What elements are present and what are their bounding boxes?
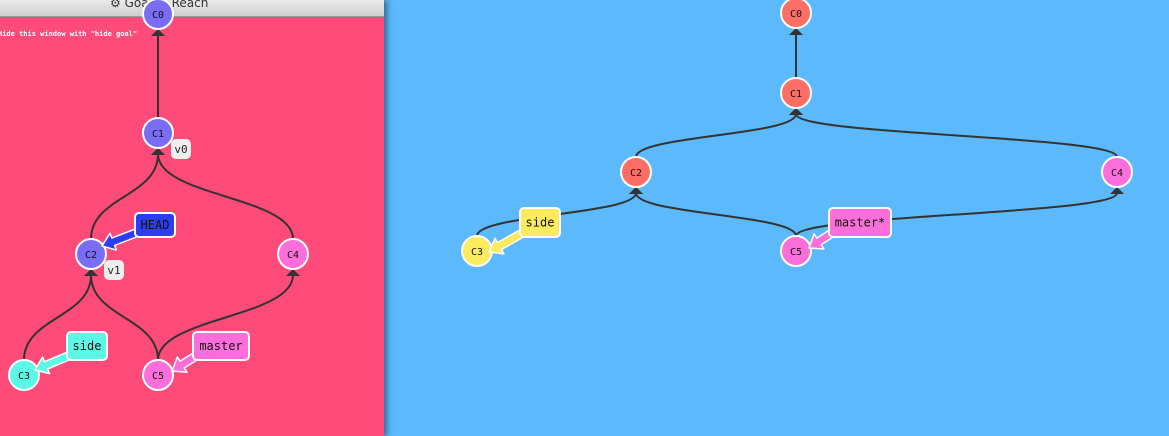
main-commit-label: C1	[790, 89, 802, 100]
goal-commit-tree: C0 C1 C2 C3 C4 C5 v0 v1 HEAD side master	[8, 0, 309, 391]
main-edge-arrowhead	[789, 28, 803, 35]
main-branch-label: master*	[835, 216, 886, 230]
main-edge-c4-c1	[795, 113, 1118, 158]
goal-branch-head[interactable]: HEAD	[101, 212, 176, 251]
main-commit-label: C5	[790, 247, 802, 258]
main-edge-arrowhead	[629, 187, 643, 194]
goal-edge-arrowhead	[84, 269, 98, 276]
main-edge-c5-c2	[635, 192, 797, 237]
main-commit-c0[interactable]: C0	[780, 0, 812, 29]
main-branch-label: side	[526, 216, 555, 230]
goal-commit-label: C0	[152, 10, 164, 21]
goal-commit-c1[interactable]: C1	[142, 117, 174, 149]
goal-edge-arrowhead	[151, 29, 165, 36]
main-commit-c5[interactable]: C5	[780, 235, 812, 267]
main-edge-arrowhead	[1110, 187, 1124, 194]
goal-commit-label: C4	[287, 250, 299, 261]
main-edges	[476, 28, 1124, 237]
goal-tag-label: v1	[107, 264, 120, 277]
goal-commit-c5[interactable]: C5	[142, 359, 174, 391]
goal-edges	[23, 29, 300, 361]
main-commit-label: C4	[1111, 168, 1123, 179]
main-branch-master[interactable]: master*	[808, 207, 892, 250]
goal-tags: v0 v1	[104, 139, 191, 280]
goal-commit-label: C1	[152, 129, 164, 140]
goal-branch-label: side	[73, 339, 102, 353]
goal-window[interactable]: ⚙ Goal to Reach Hide this window with "h…	[0, 0, 384, 436]
main-commit-label: C0	[790, 9, 802, 20]
goal-tag-v1: v1	[104, 260, 124, 280]
goal-commit-c3[interactable]: C3	[8, 359, 40, 391]
goal-commit-c2[interactable]: C2	[75, 238, 107, 270]
main-branches: side master*	[488, 207, 892, 255]
goal-branch-side[interactable]: side	[34, 331, 108, 375]
goal-edge-arrowhead	[286, 269, 300, 276]
goal-branch-label: master	[199, 339, 242, 353]
goal-commit-c0[interactable]: C0	[142, 0, 174, 30]
goal-branches: HEAD side master	[34, 212, 250, 375]
goal-commit-label: C5	[152, 371, 164, 382]
main-commit-c3[interactable]: C3	[461, 235, 493, 267]
main-commit-label: C3	[471, 247, 483, 258]
goal-branch-master[interactable]: master	[171, 331, 250, 373]
goal-edge-c4-c1	[157, 153, 294, 240]
main-commit-c1[interactable]: C1	[780, 77, 812, 109]
goal-commit-label: C2	[85, 250, 97, 261]
main-edge-arrowhead	[789, 108, 803, 115]
goal-commit-label: C3	[18, 371, 30, 382]
main-commit-c4[interactable]: C4	[1101, 156, 1133, 188]
main-branch-side[interactable]: side	[488, 207, 561, 255]
goal-tag-v0: v0	[171, 139, 191, 159]
goal-edge-arrowhead	[151, 148, 165, 155]
goal-commit-c4[interactable]: C4	[277, 238, 309, 270]
main-edge-c2-c1	[635, 113, 797, 158]
main-commit-c2[interactable]: C2	[620, 156, 652, 188]
goal-branch-label: HEAD	[141, 218, 170, 232]
main-commit-label: C2	[630, 168, 642, 179]
goal-tag-label: v0	[174, 143, 187, 156]
